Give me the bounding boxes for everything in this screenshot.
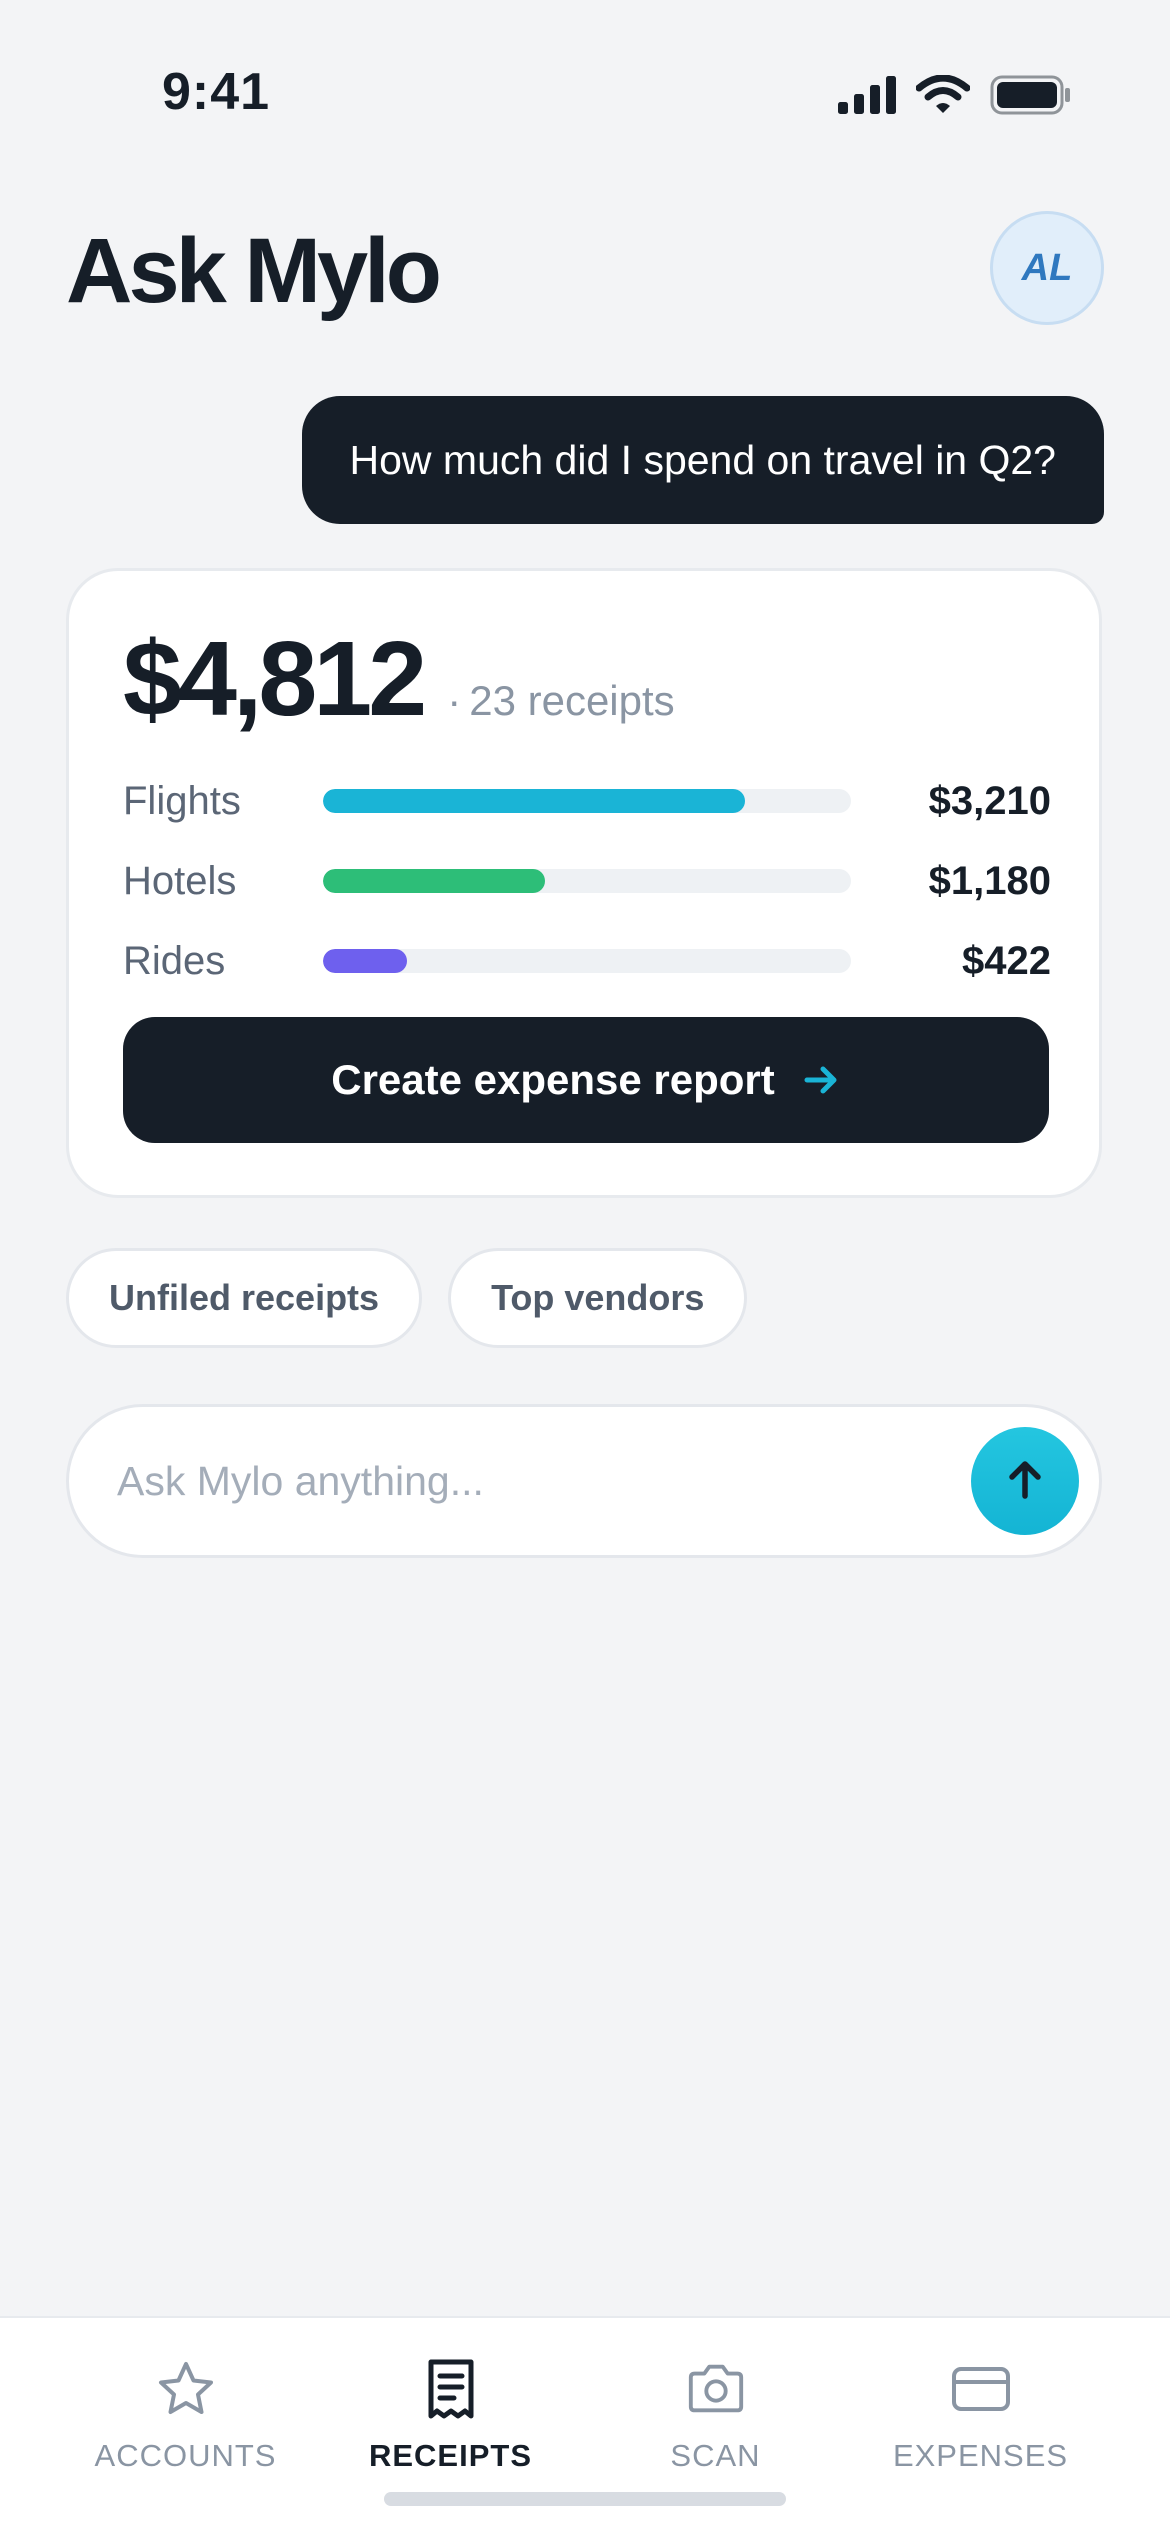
tab-scan[interactable]: SCAN: [583, 2358, 848, 2498]
tab-receipts[interactable]: RECEIPTS: [318, 2358, 583, 2498]
breakdown-value: $3,210: [928, 778, 1051, 823]
status-time: 9:41: [162, 63, 271, 121]
cellular-signal-icon: [838, 75, 896, 119]
ask-input[interactable]: [117, 1407, 937, 1555]
user-message-bubble: How much did I spend on travel in Q2?: [301, 396, 1104, 524]
status-icons: [838, 72, 1072, 122]
total-row: $4,812 · 23 receipts: [123, 619, 675, 740]
breakdown-label: Hotels: [123, 858, 237, 903]
send-button[interactable]: [971, 1427, 1079, 1535]
breakdown-bar-track: [323, 789, 851, 813]
arrow-right-icon: [801, 1060, 841, 1100]
breakdown-value: $1,180: [928, 858, 1051, 903]
tab-label: ACCOUNTS: [94, 2438, 277, 2473]
chip-unfiled-receipts[interactable]: Unfiled receipts: [66, 1248, 423, 1348]
tab-label: SCAN: [670, 2438, 761, 2473]
receipt-icon: [420, 2358, 482, 2420]
card-icon: [950, 2358, 1012, 2420]
create-expense-report-button[interactable]: Create expense report: [123, 1017, 1049, 1143]
create-expense-report-label: Create expense report: [331, 1056, 775, 1103]
total-separator: ·: [447, 677, 462, 724]
tab-accounts[interactable]: ACCOUNTS: [53, 2358, 318, 2498]
breakdown-row-hotels: Hotels $1,180: [123, 841, 1051, 921]
breakdown-label: Rides: [123, 938, 226, 983]
breakdown-value: $422: [962, 938, 1051, 983]
battery-icon: [990, 75, 1072, 120]
breakdown-row-flights: Flights $3,210: [123, 761, 1051, 841]
ask-mylo-screen: 9:41 Ask Mylo AL How much did I spend on…: [0, 0, 1170, 2532]
status-bar: 9:41: [0, 0, 1170, 190]
tab-label: RECEIPTS: [368, 2438, 533, 2473]
answer-card: $4,812 · 23 receipts Flights $3,210 Hote…: [66, 568, 1102, 1198]
suggestion-chips: Unfiled receipts Top vendors: [66, 1248, 748, 1348]
ask-composer: [66, 1404, 1102, 1558]
tab-label: EXPENSES: [892, 2438, 1069, 2473]
page-title: Ask Mylo: [66, 220, 442, 322]
home-indicator: [384, 2492, 786, 2506]
avatar[interactable]: AL: [990, 211, 1104, 325]
breakdown-label: Flights: [123, 778, 241, 823]
wifi-icon: [915, 74, 971, 120]
spending-breakdown: Flights $3,210 Hotels $1,180 Rides $422: [123, 761, 1051, 1001]
star-icon: [155, 2358, 217, 2420]
breakdown-bar-track: [323, 869, 851, 893]
camera-icon: [685, 2358, 747, 2420]
breakdown-bar-fill: [323, 869, 545, 893]
receipt-count: 23 receipts: [469, 677, 675, 724]
arrow-up-icon: [1002, 1457, 1048, 1506]
breakdown-bar-track: [323, 949, 851, 973]
total-amount: $4,812: [123, 620, 427, 738]
chip-top-vendors[interactable]: Top vendors: [448, 1248, 748, 1348]
breakdown-bar-fill: [323, 949, 408, 973]
breakdown-bar-fill: [323, 789, 746, 813]
header: Ask Mylo AL: [66, 205, 1104, 335]
tab-expenses[interactable]: EXPENSES: [848, 2358, 1113, 2498]
breakdown-row-rides: Rides $422: [123, 921, 1051, 1001]
